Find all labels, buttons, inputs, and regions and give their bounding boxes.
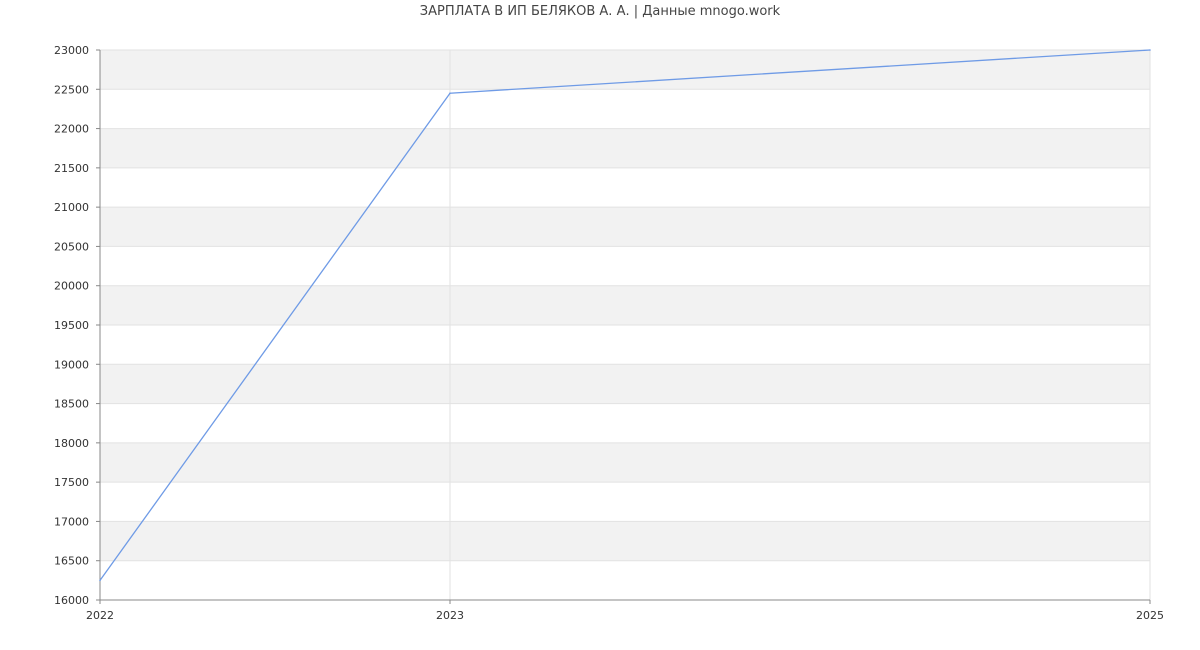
grid-band [100, 207, 1150, 247]
y-tick-label: 20000 [54, 280, 89, 293]
data-point [1149, 49, 1151, 51]
grid-band [100, 285, 1150, 325]
y-tick-label: 21500 [54, 162, 89, 175]
grid-band [100, 128, 1150, 168]
y-tick-label: 22500 [54, 83, 89, 96]
x-tick-label: 2022 [86, 609, 114, 622]
grid-band [100, 364, 1150, 404]
y-tick-label: 20500 [54, 240, 89, 253]
y-tick-label: 16500 [54, 555, 89, 568]
y-tick-label: 21000 [54, 201, 89, 214]
grid-band [100, 442, 1150, 483]
y-tick-label: 23000 [54, 44, 89, 57]
y-tick-label: 16000 [54, 594, 89, 607]
x-tick-label: 2025 [1136, 609, 1164, 622]
y-tick-label: 19500 [54, 319, 89, 332]
y-tick-label: 17500 [54, 476, 89, 489]
y-tick-label: 19000 [54, 358, 89, 371]
chart-title: ЗАРПЛАТА В ИП БЕЛЯКОВ А. А. | Данные mno… [419, 4, 781, 19]
data-point [449, 92, 451, 95]
chart-container: ЗАРПЛАТА В ИП БЕЛЯКОВ А. А. | Данные mno… [0, 0, 1200, 650]
y-tick-label: 18500 [54, 398, 89, 411]
grid-band [100, 50, 1150, 90]
grid-band [100, 521, 1150, 561]
y-tick-label: 18000 [54, 437, 89, 450]
x-tick-label: 2023 [436, 609, 464, 622]
line-chart: 16000 16500 17000 17500 18000 18500 19000 19500… [54, 44, 1164, 622]
y-tick-label: 22000 [54, 123, 89, 136]
y-tick-label: 17000 [54, 515, 89, 528]
data-point [99, 579, 101, 582]
